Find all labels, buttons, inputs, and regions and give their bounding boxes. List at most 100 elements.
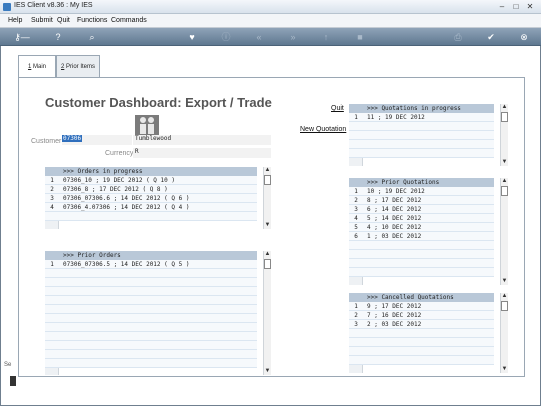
print-icon[interactable]: ⎙ xyxy=(452,31,464,43)
table-row[interactable] xyxy=(45,212,257,221)
scroll-down-icon[interactable]: ▼ xyxy=(501,159,508,166)
scroll-thumb[interactable] xyxy=(501,301,508,311)
tab-prior-items[interactable]: 2 Prior Items xyxy=(56,55,100,77)
menu-functions[interactable]: Functions xyxy=(77,17,107,24)
page-title: Customer Dashboard: Export / Trade xyxy=(45,95,272,110)
info-icon[interactable]: ⓘ xyxy=(220,31,232,43)
table-row[interactable] xyxy=(45,278,257,287)
scroll-up-icon[interactable]: ▲ xyxy=(501,104,508,111)
side-marker xyxy=(10,376,16,386)
table-row[interactable] xyxy=(349,241,494,250)
menu-bar: Help Submit Quit Functions Commands xyxy=(0,14,541,28)
title-bar: IES Client v8.36 : My IES – □ ✕ xyxy=(0,0,541,14)
stop-icon[interactable]: ■ xyxy=(354,31,366,43)
scrollbar[interactable]: ▲ ▼ xyxy=(500,178,508,285)
table-row[interactable] xyxy=(349,347,494,356)
table-row[interactable]: 28 ; 17 DEC 2012 xyxy=(349,196,494,205)
table-row[interactable] xyxy=(349,259,494,268)
table-row[interactable]: 1 11 ; 19 DEC 2012 xyxy=(349,113,494,122)
scroll-up-icon[interactable]: ▲ xyxy=(264,251,271,258)
key-icon[interactable]: ⚷— xyxy=(12,31,32,43)
quotations-in-progress-grid: >>> Quotations in progress 1 11 ; 19 DEC … xyxy=(349,104,510,166)
table-row[interactable] xyxy=(45,269,257,278)
forward-icon[interactable]: » xyxy=(287,31,299,43)
help-icon[interactable]: ? xyxy=(52,31,64,43)
table-row[interactable] xyxy=(45,305,257,314)
table-row[interactable] xyxy=(349,131,494,140)
scrollbar[interactable]: ▲ ▼ xyxy=(500,293,508,373)
rewind-icon[interactable]: « xyxy=(253,31,265,43)
scrollbar[interactable]: ▲ ▼ xyxy=(263,251,271,375)
grid-header: >>> Orders in progress xyxy=(45,167,257,176)
window-title: IES Client v8.36 : My IES xyxy=(14,2,93,9)
table-row[interactable] xyxy=(349,356,494,365)
table-row[interactable] xyxy=(45,287,257,296)
scroll-up-icon[interactable]: ▲ xyxy=(501,293,508,300)
table-row[interactable]: 1 07306_07306.5 ; 14 DEC 2012 ( Q 5 ) xyxy=(45,260,257,269)
table-row[interactable]: 1 10 ; 19 DEC 2012 xyxy=(349,187,494,196)
table-row[interactable]: 19 ; 17 DEC 2012 xyxy=(349,302,494,311)
menu-quit[interactable]: Quit xyxy=(57,17,70,24)
quit-link[interactable]: Quit xyxy=(331,105,344,112)
table-row[interactable]: 32 ; 03 DEC 2012 xyxy=(349,320,494,329)
toolbar: ⚷— ? ⌕ ♥ ⓘ « » ↑ ■ ⎙ ✔ ⊗ xyxy=(0,28,541,46)
upload-icon[interactable]: ↑ xyxy=(320,31,332,43)
scroll-down-icon[interactable]: ▼ xyxy=(501,366,508,373)
table-row[interactable] xyxy=(349,250,494,259)
table-row[interactable] xyxy=(45,314,257,323)
scroll-down-icon[interactable]: ▼ xyxy=(501,278,508,285)
scroll-up-icon[interactable]: ▲ xyxy=(264,167,271,174)
scroll-thumb[interactable] xyxy=(501,112,508,122)
heart-icon[interactable]: ♥ xyxy=(186,31,198,43)
menu-help[interactable]: Help xyxy=(8,17,22,24)
table-row[interactable] xyxy=(45,341,257,350)
table-row[interactable] xyxy=(45,332,257,341)
scroll-up-icon[interactable]: ▲ xyxy=(501,178,508,185)
scrollbar[interactable]: ▲ ▼ xyxy=(263,167,271,229)
close-icon[interactable]: ⊗ xyxy=(518,31,530,43)
table-row[interactable]: 45 ; 14 DEC 2012 xyxy=(349,214,494,223)
table-row[interactable] xyxy=(349,122,494,131)
app-icon xyxy=(3,3,11,11)
table-row[interactable] xyxy=(45,359,257,368)
table-row[interactable]: 54 ; 10 DEC 2012 xyxy=(349,223,494,232)
prior-quotations-grid: >>> Prior Quotations 1 10 ; 19 DEC 2012 2… xyxy=(349,178,510,285)
table-row[interactable] xyxy=(349,268,494,277)
table-row[interactable]: 36 ; 14 DEC 2012 xyxy=(349,205,494,214)
currency-field: R xyxy=(133,148,271,158)
scroll-thumb[interactable] xyxy=(501,186,508,196)
table-row[interactable] xyxy=(45,323,257,332)
table-row[interactable] xyxy=(45,350,257,359)
minimize-icon[interactable]: – xyxy=(497,2,507,11)
grid-header: >>> Prior Orders xyxy=(45,251,257,260)
scroll-down-icon[interactable]: ▼ xyxy=(264,222,271,229)
close-window-icon[interactable]: ✕ xyxy=(525,2,535,11)
maximize-icon[interactable]: □ xyxy=(511,2,521,11)
table-row[interactable]: 2 07306_8 ; 17 DEC 2012 ( Q 8 ) xyxy=(45,185,257,194)
table-row[interactable] xyxy=(349,149,494,158)
table-row[interactable]: 4 07306_4.07306 ; 14 DEC 2012 ( Q 4 ) xyxy=(45,203,257,212)
table-row[interactable] xyxy=(349,140,494,149)
scroll-down-icon[interactable]: ▼ xyxy=(264,368,271,375)
prior-orders-grid: >>> Prior Orders 1 07306_07306.5 ; 14 DEC… xyxy=(45,251,273,375)
table-row[interactable] xyxy=(349,338,494,347)
menu-submit[interactable]: Submit xyxy=(31,17,53,24)
new-quotation-link[interactable]: New Quotation xyxy=(300,126,346,133)
grid-header: >>> Quotations in progress xyxy=(349,104,494,113)
menu-commands[interactable]: Commands xyxy=(111,17,147,24)
table-row[interactable]: 27 ; 16 DEC 2012 xyxy=(349,311,494,320)
table-row[interactable]: 1 07306_10 ; 19 DEC 2012 ( Q 10 ) xyxy=(45,176,257,185)
table-row[interactable] xyxy=(349,329,494,338)
scroll-thumb[interactable] xyxy=(264,259,271,269)
table-row[interactable]: 61 ; 03 DEC 2012 xyxy=(349,232,494,241)
table-row[interactable]: 3 07306_07306.6 ; 14 DEC 2012 ( Q 6 ) xyxy=(45,194,257,203)
table-row[interactable] xyxy=(45,296,257,305)
search-icon[interactable]: ⌕ xyxy=(86,31,98,43)
check-icon[interactable]: ✔ xyxy=(485,31,497,43)
grid-header: >>> Cancelled Quotations xyxy=(349,293,494,302)
scroll-thumb[interactable] xyxy=(264,175,271,185)
customer-label: Customer xyxy=(31,138,62,145)
customer-code-field[interactable]: 07306 xyxy=(62,135,132,145)
scrollbar[interactable]: ▲ ▼ xyxy=(500,104,508,166)
tab-main[interactable]: 1 Main xyxy=(18,55,56,78)
